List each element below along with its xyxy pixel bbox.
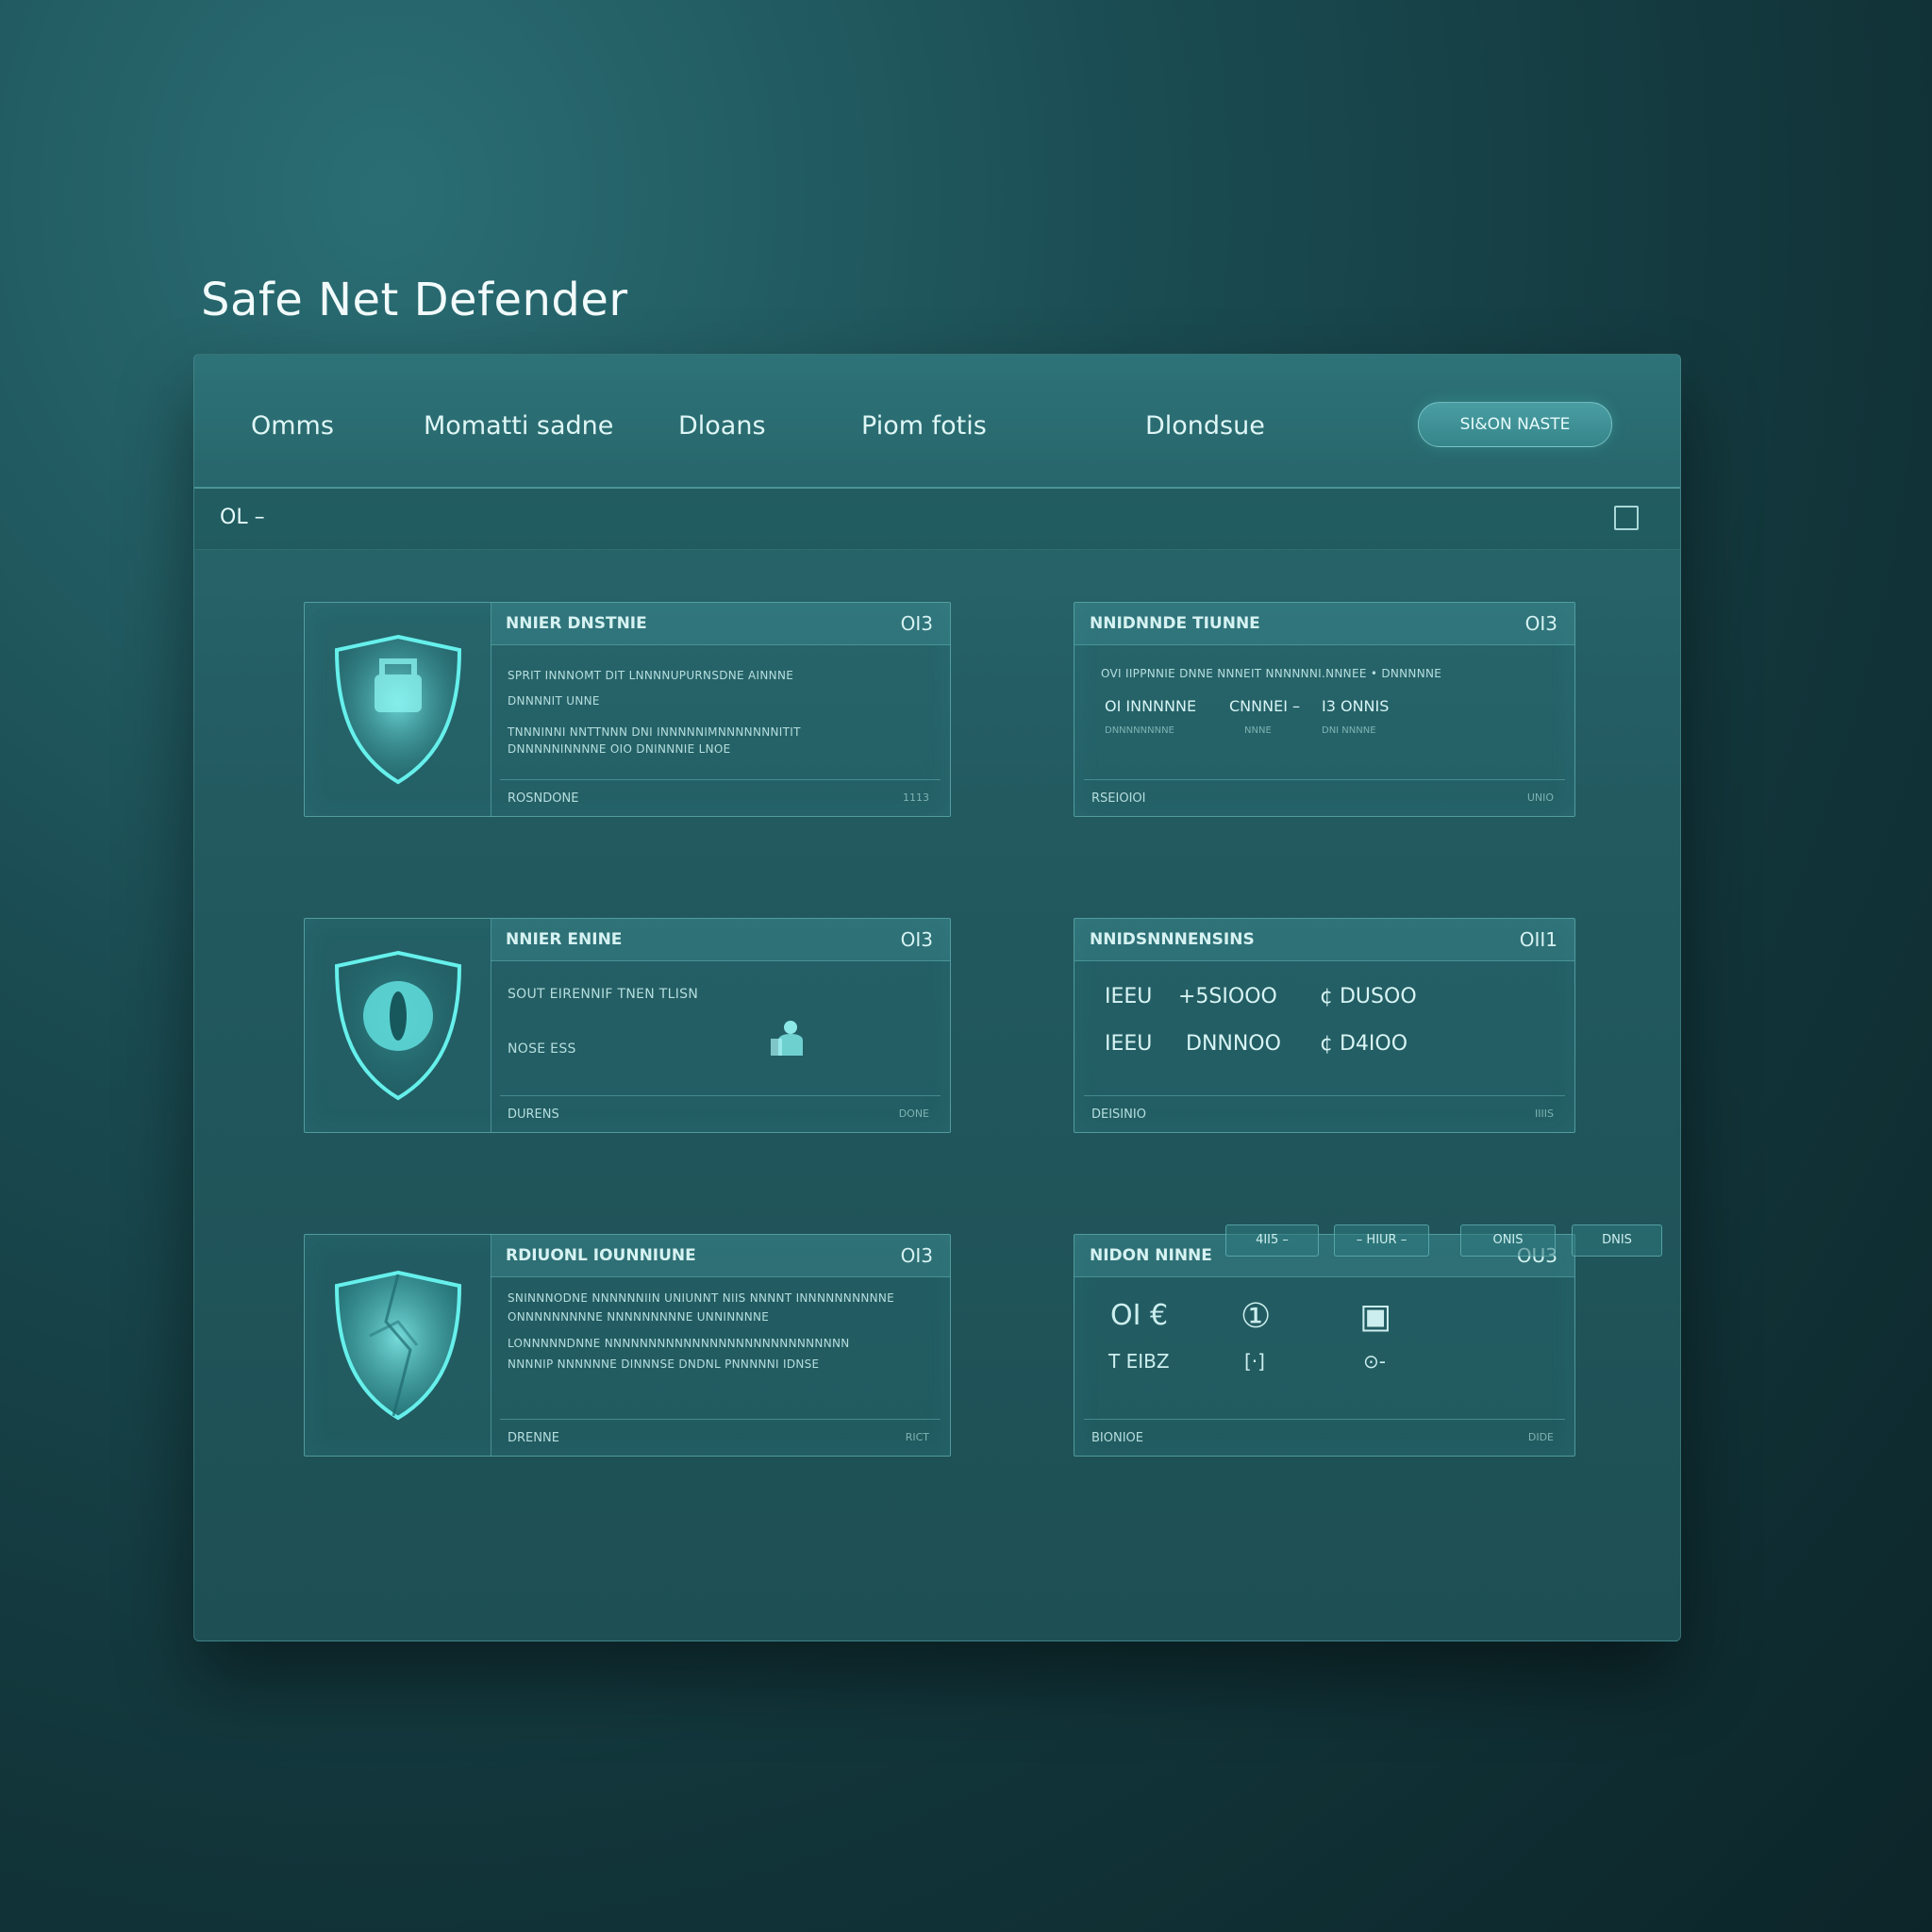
card-1-line: TNNNINNI NNTTNNN DNI INNNNNIMNNNNNNNITIT (508, 725, 801, 739)
user-device-icon (771, 1021, 803, 1056)
card-4-stat-value: OI INNNNNE (1105, 697, 1197, 715)
card-6-footer: BIONIOE DIDE (1084, 1419, 1565, 1456)
card-5-row-value: ¢ D4IOO (1320, 1032, 1408, 1056)
shield-eye-icon (334, 950, 461, 1101)
card-4-stat-label: NNNE (1244, 725, 1272, 736)
scan-icon: [·] (1244, 1350, 1265, 1373)
card-4-footer-label: RSEIOIOI (1091, 791, 1146, 806)
card-3-footer: DRENNE RICT (500, 1419, 941, 1456)
top-nav: Omms Momatti sadne Dloans Piom fotis Dlo… (194, 355, 1680, 489)
card-6[interactable]: NIDON NINNE OU3 OI € T EIBZ ① [·] ▣ ⊙- B… (1074, 1234, 1575, 1457)
card-3-icon-panel (305, 1235, 491, 1456)
card-1[interactable]: NNIER DNSTNIE OI3 SPRIT INNNOMT DIT LNNN… (304, 602, 951, 817)
card-3-line: NNNNIP NNNNNNE DINNNSE DNDNL PNNNNNI IDN… (508, 1357, 820, 1371)
card-6-footer-meta: DIDE (1527, 1431, 1554, 1443)
card-6-title: NIDON NINNE (1090, 1246, 1212, 1265)
app-title: Safe Net Defender (201, 274, 628, 326)
card-1-line: SPRIT INNNOMT DIT LNNNNUPURNSDNE AINNNE (508, 669, 794, 682)
subbar-checkbox[interactable] (1614, 506, 1639, 530)
card-4-title: NNIDNNDE TIUNNE (1090, 614, 1260, 633)
nav-item-1[interactable]: Omms (251, 411, 334, 441)
card-2-badge: OI3 (900, 928, 933, 951)
card-3-line: SNINNNODNE NNNNNNIIN UNIUNNT NIIS NNNNT … (508, 1291, 895, 1305)
card-4-header: NNIDNNDE TIUNNE OI3 (1074, 603, 1574, 645)
card-5-footer-meta: IIIIS (1535, 1108, 1554, 1120)
nav-item-4[interactable]: Piom fotis (861, 411, 987, 441)
card-5-row-label: IEEU (1105, 985, 1153, 1008)
card-1-footer-meta: 1113 (903, 791, 929, 804)
card-4-footer: RSEIOIOI UNIO (1084, 779, 1565, 816)
currency-icon: OI € (1110, 1299, 1169, 1332)
card-1-footer: ROSNDONE 1113 (500, 779, 941, 816)
card-1-body: NNIER DNSTNIE OI3 SPRIT INNNOMT DIT LNNN… (491, 603, 950, 816)
card-1-title: NNIER DNSTNIE (506, 614, 647, 633)
card-3-body: RDIUONL IOUNNIUNE OI3 SNINNNODNE NNNNNNI… (491, 1235, 950, 1456)
card-2-icon-panel (305, 919, 491, 1132)
card-4-stat-label: DNNNNNNNNE (1105, 725, 1174, 736)
card-6-symbol-label: T EIBZ (1108, 1350, 1170, 1373)
card-2-line: SOUT EIRENNIF TNEN TLISN (508, 987, 699, 1002)
card-3-line: LONNNNNDNNE NNNNNNNNNNNNNNNNNNNNNNNNNNNN (508, 1337, 850, 1350)
card-4-footer-meta: UNIO (1526, 791, 1554, 804)
card-4-badge: OI3 (1524, 612, 1557, 635)
card-6-footer-label: BIONIOE (1091, 1431, 1143, 1445)
card-2-footer-label: DURENS (508, 1108, 559, 1122)
card-4[interactable]: NNIDNNDE TIUNNE OI3 OVI IIPPNNIE DNNE NN… (1074, 602, 1575, 817)
card-5-footer: DEISINIO IIIIS (1084, 1095, 1565, 1132)
card-5-header: NNIDSNNNENSINS OII1 (1074, 919, 1574, 961)
card-2-body: NNIER ENINE OI3 SOUT EIRENNIF TNEN TLISN… (491, 919, 950, 1132)
card-2[interactable]: NNIER ENINE OI3 SOUT EIRENNIF TNEN TLISN… (304, 918, 951, 1133)
card-2-title: NNIER ENINE (506, 930, 623, 949)
card-2-header: NNIER ENINE OI3 (491, 919, 950, 961)
chip-icon: ▣ (1359, 1297, 1392, 1336)
card-3-footer-meta: RICT (905, 1431, 929, 1443)
nav-item-3[interactable]: Dloans (678, 411, 766, 441)
card-1-header: NNIER DNSTNIE OI3 (491, 603, 950, 645)
card-4-stat-value: CNNNEI – (1229, 697, 1300, 715)
card-3-line: ONNNNNNNNNE NNNNNNNNNE UNNINNNNE (508, 1310, 770, 1324)
nav-item-5[interactable]: Dlondsue (1145, 411, 1265, 441)
alert-circle-icon: ① (1241, 1297, 1272, 1336)
subbar-label: OL – (220, 506, 265, 529)
pager-next-button[interactable]: DNIS (1572, 1224, 1662, 1257)
card-4-stat-label: DNI NNNNE (1322, 725, 1376, 736)
card-1-line: DNNNNIT UNNE (508, 694, 600, 708)
card-3-title: RDIUONL IOUNNIUNE (506, 1246, 696, 1265)
card-5-badge: OII1 (1519, 928, 1557, 951)
card-2-line: NOSE ESS (508, 1041, 576, 1057)
nav-item-2[interactable]: Momatti sadne (424, 411, 613, 441)
card-2-footer-meta: DONE (898, 1108, 929, 1120)
target-icon: ⊙- (1363, 1350, 1386, 1373)
card-1-icon-panel (305, 603, 491, 816)
card-5-row-value: ¢ DUSOO (1320, 985, 1417, 1008)
card-5-row-value: +5SIOOO (1178, 985, 1277, 1008)
card-3[interactable]: RDIUONL IOUNNIUNE OI3 SNINNNODNE NNNNNNI… (304, 1234, 951, 1457)
card-3-header: RDIUONL IOUNNIUNE OI3 (491, 1235, 950, 1277)
card-5-title: NNIDSNNNENSINS (1090, 930, 1255, 949)
shield-lock-icon (334, 634, 461, 785)
card-3-badge: OI3 (900, 1244, 933, 1267)
card-1-footer-label: ROSNDONE (508, 791, 579, 806)
app-window: Omms Momatti sadne Dloans Piom fotis Dlo… (193, 354, 1681, 1641)
card-3-footer-label: DRENNE (508, 1431, 559, 1445)
card-1-badge: OI3 (900, 612, 933, 635)
pager-prev-button[interactable]: 4II5 – (1225, 1224, 1319, 1257)
card-5[interactable]: NNIDSNNNENSINS OII1 IEEU +5SIOOO ¢ DUSOO… (1074, 918, 1575, 1133)
pager-ok-button[interactable]: ONIS (1460, 1224, 1556, 1257)
shield-broken-icon (334, 1270, 461, 1421)
sub-toolbar: OL – (194, 489, 1680, 550)
card-5-row-value: DNNNOO (1186, 1032, 1281, 1056)
card-5-row-label: IEEU (1105, 1032, 1153, 1056)
card-1-line: DNNNNNINNNNE OIO DNINNNIE LNOE (508, 742, 731, 756)
card-4-line: OVI IIPPNNIE DNNE NNNEIT NNNNNNI.NNNEE •… (1101, 667, 1442, 680)
card-2-footer: DURENS DONE (500, 1095, 941, 1132)
pager-hour-button[interactable]: – HIUR – (1334, 1224, 1429, 1257)
card-5-footer-label: DEISINIO (1091, 1108, 1146, 1122)
nav-action-button[interactable]: SI&ON NASTE (1418, 402, 1612, 447)
card-4-stat-value: I3 ONNIS (1322, 697, 1390, 715)
